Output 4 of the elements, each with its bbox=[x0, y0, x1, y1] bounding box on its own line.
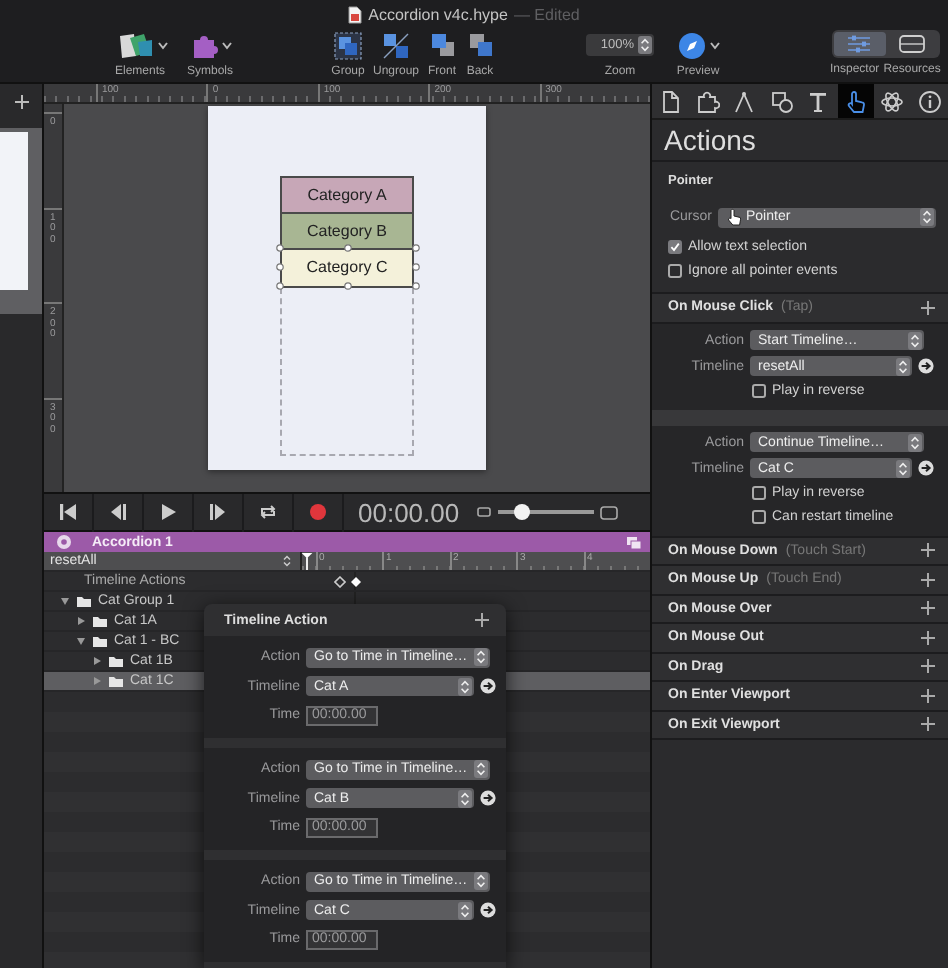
time-display: 00:00.00 bbox=[358, 497, 460, 527]
edited-status: — Edited bbox=[513, 5, 580, 23]
inspector-title: Actions bbox=[652, 120, 948, 162]
window-title: Accordion v4c.hype bbox=[368, 5, 508, 23]
